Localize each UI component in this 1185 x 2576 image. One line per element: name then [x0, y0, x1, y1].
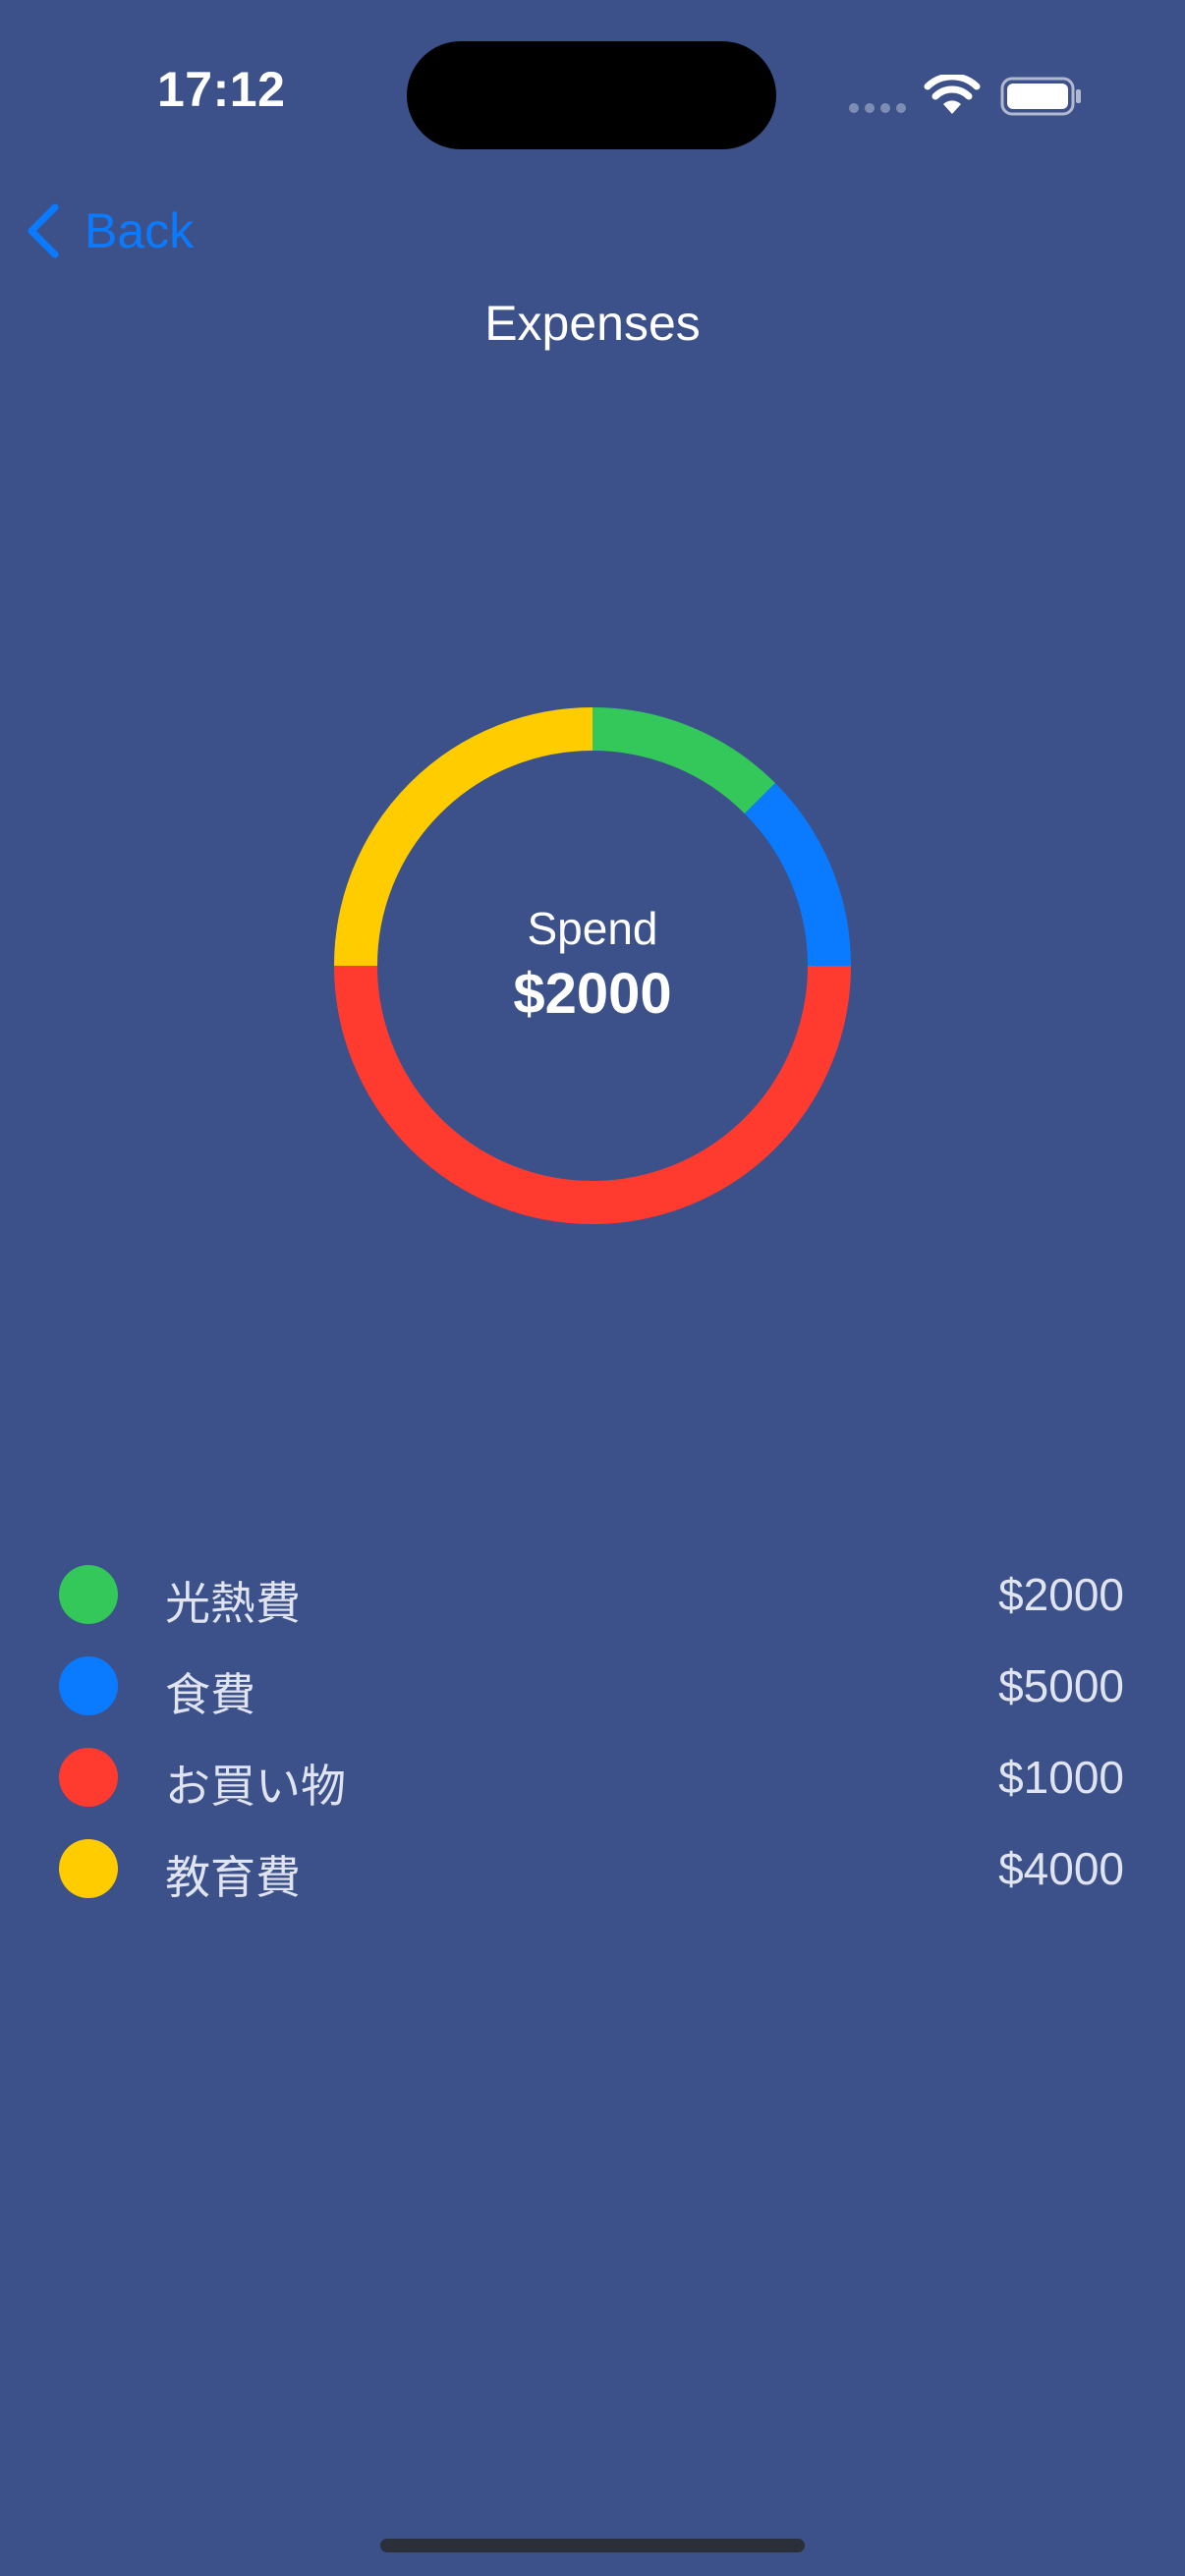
spend-label: Spend [527, 903, 658, 954]
status-time: 17:12 [157, 62, 286, 117]
wifi-icon [924, 75, 981, 114]
legend-row: 食費 $5000 [59, 1640, 1124, 1731]
legend: 光熱費 $2000 食費 $5000 お買い物 $1000 教育費 $4000 [59, 1548, 1124, 1914]
chevron-left-icon [28, 203, 59, 258]
cellular-signal-icon [849, 103, 906, 113]
legend-row: お買い物 $1000 [59, 1731, 1124, 1822]
home-indicator [380, 2539, 805, 2552]
back-button[interactable]: Back [22, 196, 194, 265]
legend-row: 教育費 $4000 [59, 1822, 1124, 1914]
legend-color-dot [59, 1565, 118, 1624]
dynamic-island [407, 41, 776, 149]
legend-color-dot [59, 1748, 118, 1807]
legend-amount: $1000 [998, 1752, 1124, 1803]
legend-color-dot [59, 1656, 118, 1715]
legend-category-name: 光熱費 [165, 1578, 301, 1629]
back-label: Back [85, 203, 195, 258]
donut-slice-1 [592, 707, 775, 814]
legend-amount: $5000 [998, 1660, 1124, 1711]
legend-category-name: 食費 [165, 1669, 255, 1720]
legend-color-dot [59, 1839, 118, 1898]
legend-row: 光熱費 $2000 [59, 1548, 1124, 1640]
legend-amount: $2000 [998, 1569, 1124, 1620]
spend-value: $2000 [513, 962, 672, 1026]
legend-category-name: 教育費 [165, 1852, 301, 1903]
page-title: Expenses [484, 296, 701, 351]
battery-icon [1000, 77, 1081, 116]
donut-chart: Spend $2000 [334, 707, 851, 1224]
legend-amount: $4000 [998, 1843, 1124, 1894]
legend-category-name: お買い物 [165, 1761, 346, 1812]
